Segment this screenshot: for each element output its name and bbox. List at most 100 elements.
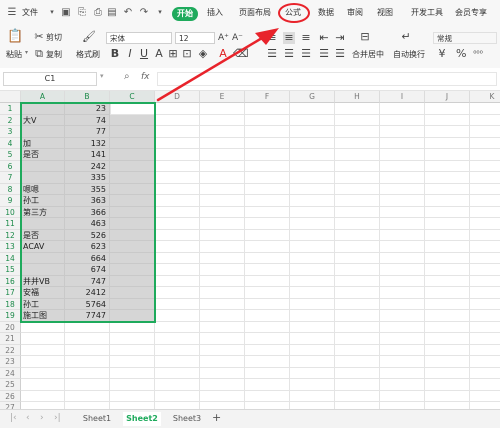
cell-c14[interactable] (110, 252, 155, 264)
cell-d26[interactable] (155, 390, 200, 402)
cell-a25[interactable] (21, 379, 65, 391)
name-box[interactable]: C1 (3, 72, 97, 86)
cell-b12[interactable]: 526 (65, 229, 110, 241)
row-header[interactable]: 13 (0, 241, 21, 253)
cell-j6[interactable] (425, 160, 470, 172)
cell-h26[interactable] (335, 390, 380, 402)
cell-h3[interactable] (335, 126, 380, 138)
cell-i22[interactable] (380, 344, 425, 356)
cell-g14[interactable] (290, 252, 335, 264)
cell-j10[interactable] (425, 206, 470, 218)
cell-a3[interactable] (21, 126, 65, 138)
save-icon[interactable]: ▣ (60, 6, 72, 19)
cell-a13[interactable]: ACAV (21, 241, 65, 253)
cell-e18[interactable] (200, 298, 245, 310)
cell-c18[interactable] (110, 298, 155, 310)
cell-b4[interactable]: 132 (65, 137, 110, 149)
cell-d1[interactable] (155, 103, 200, 115)
cell-c13[interactable] (110, 241, 155, 253)
file-menu[interactable]: 文件 (22, 7, 38, 18)
cell-g13[interactable] (290, 241, 335, 253)
cell-i14[interactable] (380, 252, 425, 264)
cell-d24[interactable] (155, 367, 200, 379)
cell-f13[interactable] (245, 241, 290, 253)
cell-c25[interactable] (110, 379, 155, 391)
cell-e11[interactable] (200, 218, 245, 230)
row-header[interactable]: 6 (0, 160, 21, 172)
cell-k9[interactable] (470, 195, 500, 207)
row-header[interactable]: 12 (0, 229, 21, 241)
cell-f14[interactable] (245, 252, 290, 264)
tab-review[interactable]: 审阅 (347, 7, 363, 18)
cell-j17[interactable] (425, 287, 470, 299)
cell-g21[interactable] (290, 333, 335, 345)
cell-c8[interactable] (110, 183, 155, 195)
more-chevron-icon[interactable]: ▾ (154, 6, 166, 19)
percent-icon[interactable]: % (456, 48, 466, 60)
cell-c19[interactable] (110, 310, 155, 322)
cell-f4[interactable] (245, 137, 290, 149)
merge-center-icon[interactable]: ⊟ (358, 31, 372, 43)
cell-b14[interactable]: 664 (65, 252, 110, 264)
cell-i9[interactable] (380, 195, 425, 207)
cell-c4[interactable] (110, 137, 155, 149)
cell-d20[interactable] (155, 321, 200, 333)
cell-b20[interactable] (65, 321, 110, 333)
column-header-e[interactable]: E (200, 91, 245, 103)
cell-b17[interactable]: 2412 (65, 287, 110, 299)
align-center-icon[interactable]: ☰ (283, 48, 295, 60)
cell-j3[interactable] (425, 126, 470, 138)
currency-icon[interactable]: ¥ (437, 48, 447, 60)
cell-f7[interactable] (245, 172, 290, 184)
cell-k26[interactable] (470, 391, 500, 402)
cell-e22[interactable] (200, 344, 245, 356)
cell-e1[interactable] (200, 103, 245, 115)
cell-k22[interactable] (470, 345, 500, 356)
cell-k13[interactable] (470, 241, 500, 253)
indent-decrease-icon[interactable]: ⇤ (318, 32, 330, 44)
cell-j7[interactable] (425, 172, 470, 184)
cell-d6[interactable] (155, 160, 200, 172)
sheet-tab-3[interactable]: Sheet3 (168, 412, 206, 426)
column-header-h[interactable]: H (335, 91, 380, 103)
cell-e9[interactable] (200, 195, 245, 207)
align-middle-icon[interactable]: ≡ (283, 32, 295, 44)
add-sheet-icon[interactable]: + (212, 411, 221, 424)
cell-i6[interactable] (380, 160, 425, 172)
cell-b6[interactable]: 242 (65, 160, 110, 172)
paste-icon[interactable]: 📋 (7, 30, 23, 43)
cell-d21[interactable] (155, 333, 200, 345)
cell-h23[interactable] (335, 356, 380, 368)
cell-e16[interactable] (200, 275, 245, 287)
first-sheet-icon[interactable]: |‹ (10, 413, 17, 423)
cell-d18[interactable] (155, 298, 200, 310)
cell-g11[interactable] (290, 218, 335, 230)
row-header[interactable]: 3 (0, 126, 21, 138)
cell-c15[interactable] (110, 264, 155, 276)
cell-a20[interactable] (21, 321, 65, 333)
scissors-icon[interactable]: ✂ (34, 31, 44, 43)
cell-c22[interactable] (110, 344, 155, 356)
cell-f12[interactable] (245, 229, 290, 241)
cell-e3[interactable] (200, 126, 245, 138)
cell-k5[interactable] (470, 149, 500, 161)
cell-j16[interactable] (425, 275, 470, 287)
cell-k3[interactable] (470, 126, 500, 138)
cell-d8[interactable] (155, 183, 200, 195)
chevron-down-icon[interactable]: ▾ (46, 6, 58, 19)
indent-increase-icon[interactable]: ⇥ (334, 32, 346, 44)
cell-i15[interactable] (380, 264, 425, 276)
cell-b23[interactable] (65, 356, 110, 368)
cell-e17[interactable] (200, 287, 245, 299)
cell-h1[interactable] (335, 103, 380, 115)
column-header-i[interactable]: I (380, 91, 425, 103)
cell-h2[interactable] (335, 114, 380, 126)
zoom-icon[interactable]: ⌕ (124, 71, 130, 82)
cell-d23[interactable] (155, 356, 200, 368)
cell-h16[interactable] (335, 275, 380, 287)
cell-g1[interactable] (290, 103, 335, 115)
cell-e6[interactable] (200, 160, 245, 172)
prev-sheet-icon[interactable]: ‹ (26, 413, 30, 423)
cell-c23[interactable] (110, 356, 155, 368)
cell-f15[interactable] (245, 264, 290, 276)
